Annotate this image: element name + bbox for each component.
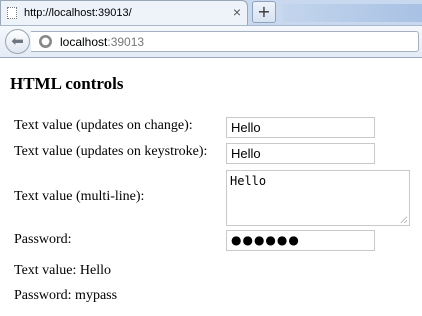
page-title: HTML controls bbox=[10, 74, 124, 93]
browser-chrome: http://localhost:39013/ × + ⬅ ● localhos… bbox=[0, 0, 422, 58]
password-output: Password: mypass bbox=[14, 288, 118, 303]
text-value-output: Text value: Hello bbox=[14, 263, 111, 278]
globe-icon: ● bbox=[39, 35, 52, 48]
text-change-input[interactable]: Hello bbox=[226, 117, 375, 138]
text-keystroke-label: Text value (updates on keystroke): bbox=[14, 144, 208, 159]
tab-title: http://localhost:39013/ bbox=[24, 7, 132, 19]
navigation-bar: ⬅ ● localhost:39013 bbox=[0, 25, 422, 58]
multiline-value: Hello bbox=[230, 174, 267, 188]
address-port: :39013 bbox=[107, 35, 145, 49]
multiline-textarea[interactable]: Hello bbox=[226, 170, 410, 226]
text-keystroke-input[interactable]: Hello bbox=[226, 143, 375, 164]
resize-grip-icon[interactable] bbox=[400, 216, 407, 223]
address-host: localhost bbox=[60, 35, 108, 49]
back-button[interactable]: ⬅ bbox=[5, 29, 30, 54]
close-tab-icon[interactable]: × bbox=[233, 4, 241, 20]
page-content: HTML controls Text value (updates on cha… bbox=[0, 58, 422, 316]
page-icon bbox=[7, 7, 17, 19]
password-input[interactable]: ●●●●●● bbox=[226, 230, 375, 251]
address-text: localhost:39013 bbox=[60, 35, 144, 49]
multiline-label: Text value (multi-line): bbox=[14, 189, 145, 204]
password-label: Password: bbox=[14, 232, 72, 247]
browser-tab[interactable]: http://localhost:39013/ × bbox=[0, 0, 248, 25]
tab-strip-background bbox=[282, 4, 422, 22]
text-change-label: Text value (updates on change): bbox=[14, 118, 193, 133]
address-bar[interactable]: ● localhost:39013 bbox=[31, 31, 419, 52]
new-tab-button[interactable]: + bbox=[252, 1, 276, 23]
back-arrow-icon: ⬅ bbox=[11, 32, 24, 50]
